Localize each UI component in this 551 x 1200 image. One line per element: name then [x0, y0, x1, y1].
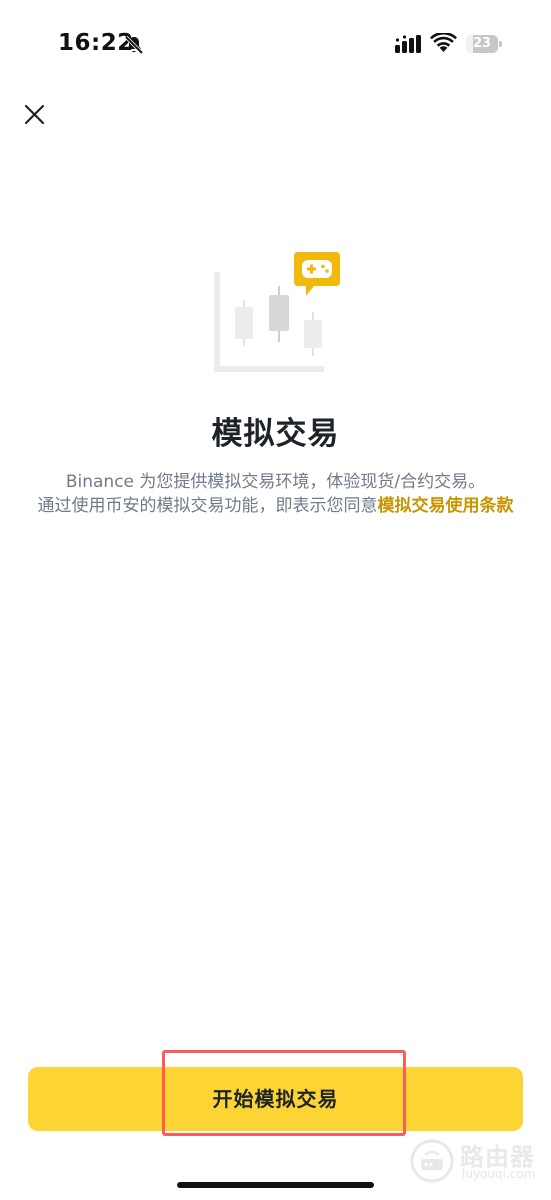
status-time: 16:22: [58, 30, 134, 56]
start-button-label: 开始模拟交易: [212, 1087, 339, 1111]
battery-tip: [499, 41, 502, 47]
description: Binance 为您提供模拟交易环境，体验现货/合约交易。 通过使用币安的模拟交…: [34, 470, 517, 518]
battery-level: 23: [472, 36, 492, 51]
close-button[interactable]: [18, 98, 52, 132]
description-line-1: Binance 为您提供模拟交易环境，体验现货/合约交易。: [65, 472, 486, 492]
battery-body: 23: [466, 35, 498, 53]
status-bar: 16:22 23: [0, 0, 551, 90]
watermark-title: 路由器: [460, 1143, 535, 1171]
close-icon: [24, 104, 45, 125]
watermark: 路由器 luyouqi.com: [410, 1135, 545, 1185]
description-agreement-text: 通过使用币安的模拟交易功能，即表示您同意: [37, 496, 378, 516]
wifi-icon: [430, 33, 457, 52]
battery-icon: 23: [466, 35, 502, 53]
cellular-signal-icon: [395, 35, 421, 53]
watermark-url: luyouqi.com: [462, 1167, 536, 1181]
terms-link[interactable]: 模拟交易使用条款: [378, 496, 514, 516]
bell-off-icon: [124, 35, 144, 55]
description-line-2: 通过使用币安的模拟交易功能，即表示您同意模拟交易使用条款: [34, 494, 517, 518]
start-demo-trading-button[interactable]: 开始模拟交易: [28, 1067, 523, 1131]
router-logo-icon: [410, 1139, 454, 1183]
candlestick-chart-gamepad-icon: [214, 252, 340, 372]
page-title: 模拟交易: [211, 416, 340, 452]
home-indicator: [177, 1182, 374, 1188]
